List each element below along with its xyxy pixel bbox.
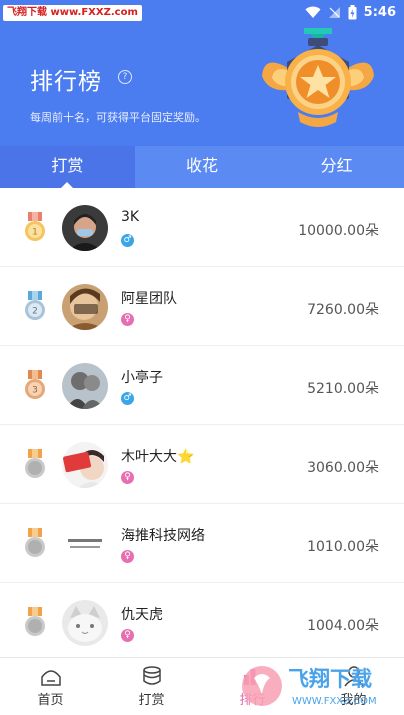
male-icon: ♂ bbox=[121, 392, 134, 405]
tab-flowers[interactable]: 收花 bbox=[135, 146, 270, 188]
user-name: 仇天虎 bbox=[121, 607, 163, 623]
user-name: 木叶大大⭐ bbox=[121, 449, 195, 465]
help-icon[interactable]: ? bbox=[118, 70, 132, 84]
ranking-row[interactable]: 海推科技网络 ♀ 1010.00朵 bbox=[0, 504, 404, 583]
medal-icon bbox=[25, 528, 45, 557]
coins-icon bbox=[142, 666, 161, 685]
battery-icon bbox=[348, 5, 357, 20]
avatar[interactable] bbox=[62, 442, 108, 488]
female-icon: ♀ bbox=[121, 550, 134, 563]
male-icon: ♂ bbox=[121, 234, 134, 247]
nav-label: 首页 bbox=[37, 693, 64, 708]
user-name: 3K bbox=[121, 209, 140, 225]
reward-amount: 1004.00朵 bbox=[307, 618, 379, 634]
svg-text:3: 3 bbox=[32, 386, 38, 396]
tab-reward[interactable]: 打赏 bbox=[0, 146, 135, 188]
watermark-label: 飞翔下载 www.FXXZ.com bbox=[3, 5, 142, 21]
ranking-list: 1 3K ♂ 10000.00朵 2 阿星团队 ♀ 7260.00朵 3 小亭子… bbox=[0, 188, 404, 662]
header-banner: 排行榜 ? 每周前十名，可获得平台固定奖励。 bbox=[0, 28, 404, 146]
avatar[interactable] bbox=[62, 363, 108, 409]
gold-medal-icon: 1 bbox=[25, 212, 45, 241]
svg-text:1: 1 bbox=[32, 228, 38, 238]
ranking-row[interactable]: 仇天虎 ♀ 1004.00朵 bbox=[0, 583, 404, 662]
page-title: 排行榜 bbox=[30, 69, 102, 95]
female-icon: ♀ bbox=[121, 313, 134, 326]
user-name: 海推科技网络 bbox=[121, 528, 205, 544]
svg-text:飞翔下载: 飞翔下载 bbox=[288, 667, 372, 691]
status-icons: 5:46 bbox=[305, 5, 396, 20]
bronze-medal-icon: 3 bbox=[25, 370, 45, 399]
reward-amount: 10000.00朵 bbox=[298, 223, 379, 239]
ranking-row[interactable]: 木叶大大⭐ ♀ 3060.00朵 bbox=[0, 425, 404, 504]
medal-icon bbox=[25, 607, 45, 636]
brand-watermark-logo: 飞翔下载 WWW.FXXZ.COM bbox=[242, 666, 377, 707]
silver-medal-icon: 2 bbox=[25, 291, 45, 320]
user-name: 小亭子 bbox=[121, 370, 163, 386]
female-icon: ♀ bbox=[121, 629, 134, 642]
svg-text:WWW.FXXZ.COM: WWW.FXXZ.COM bbox=[292, 696, 377, 707]
female-icon: ♀ bbox=[121, 471, 134, 484]
default-avatar-icon[interactable] bbox=[62, 600, 108, 646]
signal-icon bbox=[328, 7, 340, 18]
page-subtitle: 每周前十名，可获得平台固定奖励。 bbox=[30, 111, 206, 124]
ranking-row[interactable]: 1 3K ♂ 10000.00朵 bbox=[0, 188, 404, 267]
avatar[interactable] bbox=[62, 205, 108, 251]
clock: 5:46 bbox=[363, 5, 396, 20]
reward-amount: 5210.00朵 bbox=[307, 381, 379, 397]
home-icon bbox=[40, 670, 61, 686]
ranking-row[interactable]: 3 小亭子 ♂ 5210.00朵 bbox=[0, 346, 404, 425]
ranking-row[interactable]: 2 阿星团队 ♀ 7260.00朵 bbox=[0, 267, 404, 346]
tab-bar: 打赏 收花 分红 bbox=[0, 146, 404, 188]
medal-icon bbox=[25, 449, 45, 478]
tab-dividend[interactable]: 分红 bbox=[269, 146, 404, 188]
status-bar: 飞翔下载 www.FXXZ.com 5:46 bbox=[0, 0, 404, 28]
medal-illustration bbox=[262, 28, 374, 127]
nav-home[interactable]: 首页 bbox=[0, 658, 101, 715]
reward-amount: 1010.00朵 bbox=[307, 539, 379, 555]
reward-amount: 7260.00朵 bbox=[307, 302, 379, 318]
user-name: 阿星团队 bbox=[121, 291, 177, 307]
nav-label: 打赏 bbox=[138, 693, 165, 708]
nav-reward[interactable]: 打赏 bbox=[101, 658, 202, 715]
avatar[interactable] bbox=[62, 284, 108, 330]
svg-text:2: 2 bbox=[32, 307, 38, 317]
reward-amount: 3060.00朵 bbox=[307, 460, 379, 476]
wifi-icon bbox=[305, 6, 321, 18]
avatar[interactable] bbox=[62, 521, 108, 567]
